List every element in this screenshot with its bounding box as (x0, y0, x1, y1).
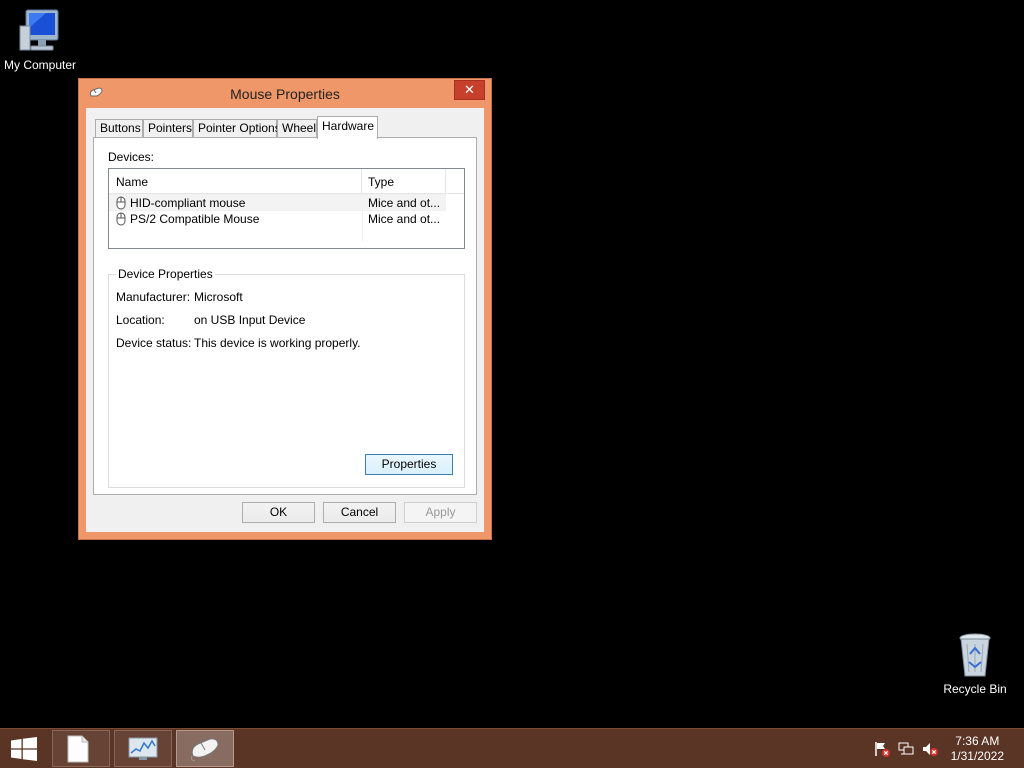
recycle-bin-icon (951, 632, 999, 678)
tab-hardware[interactable]: Hardware (317, 116, 378, 139)
location-row: Location: on USB Input Device (116, 313, 305, 327)
close-icon: ✕ (464, 82, 475, 97)
taskbar-clock[interactable]: 7:36 AM 1/31/2022 (951, 734, 1004, 764)
tab-buttons[interactable]: Buttons (95, 119, 143, 138)
mouse-device-icon (116, 212, 126, 226)
column-header-name[interactable]: Name (109, 169, 362, 194)
device-properties-group: Device Properties Manufacturer: Microsoft… (108, 267, 465, 488)
clock-time: 7:36 AM (955, 734, 1000, 748)
taskbar-performance-monitor[interactable] (114, 730, 172, 767)
action-center-flag-icon[interactable] (874, 741, 890, 757)
devices-list[interactable]: Name Type HID-compliant mouse Mice and o… (108, 168, 465, 249)
taskbar-mouse-properties[interactable] (176, 730, 234, 767)
apply-button[interactable]: Apply (404, 502, 477, 523)
desktop-icon-recycle-bin[interactable]: Recycle Bin (935, 632, 1015, 696)
mouse-properties-dialog: Mouse Properties ✕ Buttons Pointers Poin… (78, 78, 492, 540)
status-value: This device is working properly. (194, 336, 361, 350)
device-name-cell: HID-compliant mouse (116, 196, 245, 210)
windows-logo-icon (11, 737, 37, 764)
close-button[interactable]: ✕ (454, 80, 485, 100)
dialog-title: Mouse Properties (230, 86, 340, 102)
taskbar-file-explorer[interactable] (52, 730, 110, 767)
column-header-type[interactable]: Type (362, 169, 446, 194)
dialog-client-area: Buttons Pointers Pointer Options Wheel H… (86, 108, 484, 532)
desktop-icon-label: My Computer (3, 58, 77, 72)
desktop-icon-my-computer[interactable]: My Computer (0, 8, 80, 72)
manufacturer-row: Manufacturer: Microsoft (116, 290, 243, 304)
mouse-icon (189, 736, 221, 765)
location-value: on USB Input Device (194, 313, 306, 327)
device-name-cell: PS/2 Compatible Mouse (116, 212, 259, 226)
network-icon[interactable] (898, 741, 914, 757)
tab-wheel[interactable]: Wheel (277, 119, 317, 138)
manufacturer-value: Microsoft (194, 290, 243, 304)
cancel-button[interactable]: Cancel (323, 502, 396, 523)
mouse-device-icon (116, 196, 126, 210)
manufacturer-label: Manufacturer: (116, 290, 191, 304)
title-bar[interactable]: Mouse Properties ✕ (79, 79, 491, 109)
file-explorer-icon (65, 735, 91, 766)
tab-pointers[interactable]: Pointers (143, 119, 193, 138)
list-header: Name Type (109, 169, 464, 194)
status-label: Device status: (116, 336, 192, 350)
device-name: HID-compliant mouse (130, 196, 246, 210)
device-name: PS/2 Compatible Mouse (130, 212, 260, 226)
tab-pointer-options[interactable]: Pointer Options (193, 119, 281, 138)
hardware-tab-panel: Devices: Name Type HID-compliant mouse M… (93, 137, 477, 495)
properties-button[interactable]: Properties (365, 454, 453, 475)
start-button[interactable] (0, 729, 48, 768)
performance-monitor-icon (128, 737, 158, 764)
taskbar: 7:36 AM 1/31/2022 (0, 728, 1024, 768)
computer-icon (16, 8, 64, 54)
clock-date: 1/31/2022 (950, 749, 1004, 763)
volume-muted-icon[interactable] (922, 741, 938, 757)
ok-button[interactable]: OK (242, 502, 315, 523)
device-type: Mice and ot... (368, 196, 441, 210)
desktop-icon-label: Recycle Bin (943, 682, 1007, 696)
location-label: Location: (116, 313, 165, 327)
list-item[interactable]: PS/2 Compatible Mouse Mice and ot... (109, 211, 446, 228)
devices-label: Devices: (108, 150, 155, 164)
list-item[interactable]: HID-compliant mouse Mice and ot... (109, 194, 446, 211)
group-title: Device Properties (116, 267, 215, 281)
status-row: Device status: This device is working pro… (116, 336, 361, 350)
device-type: Mice and ot... (368, 212, 441, 226)
